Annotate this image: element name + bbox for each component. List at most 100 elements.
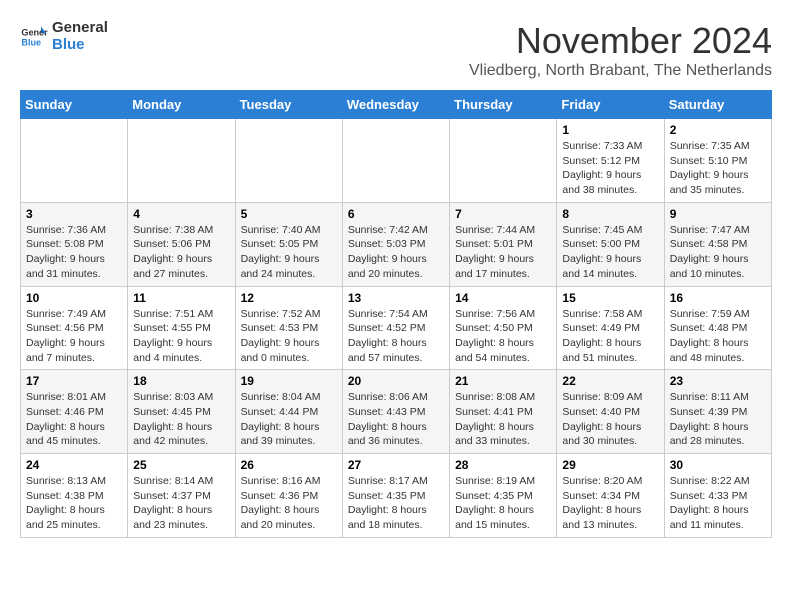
day-info: Sunrise: 8:19 AM Sunset: 4:35 PM Dayligh…	[455, 474, 551, 533]
calendar-cell: 25Sunrise: 8:14 AM Sunset: 4:37 PM Dayli…	[128, 454, 235, 538]
day-info: Sunrise: 8:20 AM Sunset: 4:34 PM Dayligh…	[562, 474, 658, 533]
calendar-cell: 6Sunrise: 7:42 AM Sunset: 5:03 PM Daylig…	[342, 202, 449, 286]
day-number: 22	[562, 374, 658, 388]
calendar-cell: 19Sunrise: 8:04 AM Sunset: 4:44 PM Dayli…	[235, 370, 342, 454]
day-info: Sunrise: 7:56 AM Sunset: 4:50 PM Dayligh…	[455, 307, 551, 366]
day-number: 5	[241, 207, 337, 221]
logo: General Blue General Blue	[20, 20, 108, 53]
day-info: Sunrise: 7:36 AM Sunset: 5:08 PM Dayligh…	[26, 223, 122, 282]
calendar-cell: 8 Sunrise: 7:45 AM Sunset: 5:00 PM Daylig…	[557, 202, 664, 286]
day-info: Sunrise: 7:38 AM Sunset: 5:06 PM Dayligh…	[133, 223, 229, 282]
day-number: 21	[455, 374, 551, 388]
day-info: Sunrise: 7:54 AM Sunset: 4:52 PM Dayligh…	[348, 307, 444, 366]
calendar-cell: 16 Sunrise: 7:59 AM Sunset: 4:48 PM Dayli…	[664, 286, 771, 370]
day-info: Sunrise: 8:08 AM Sunset: 4:41 PM Dayligh…	[455, 390, 551, 449]
location: Vliedberg, North Brabant, The Netherland…	[469, 62, 772, 80]
calendar-cell: 11Sunrise: 7:51 AM Sunset: 4:55 PM Dayli…	[128, 286, 235, 370]
day-info: Sunrise: 8:06 AM Sunset: 4:43 PM Dayligh…	[348, 390, 444, 449]
calendar-cell: 22 Sunrise: 8:09 AM Sunset: 4:40 PM Dayli…	[557, 370, 664, 454]
calendar-cell: 4 Sunrise: 7:38 AM Sunset: 5:06 PM Daylig…	[128, 202, 235, 286]
calendar-week-1: 1 Sunrise: 7:33 AM Sunset: 5:12 PM Daylig…	[21, 119, 772, 203]
day-number: 16	[670, 291, 766, 305]
day-info: Sunrise: 7:33 AM Sunset: 5:12 PM Dayligh…	[562, 139, 658, 198]
calendar-cell: 27 Sunrise: 8:17 AM Sunset: 4:35 PM Dayli…	[342, 454, 449, 538]
day-info: Sunrise: 8:04 AM Sunset: 4:44 PM Dayligh…	[241, 390, 337, 449]
day-number: 2	[670, 123, 766, 137]
calendar-cell: 5 Sunrise: 7:40 AM Sunset: 5:05 PM Daylig…	[235, 202, 342, 286]
day-number: 3	[26, 207, 122, 221]
day-info: Sunrise: 8:13 AM Sunset: 4:38 PM Dayligh…	[26, 474, 122, 533]
svg-text:General: General	[21, 27, 48, 37]
calendar-cell: 14 Sunrise: 7:56 AM Sunset: 4:50 PM Dayli…	[450, 286, 557, 370]
day-info: Sunrise: 7:47 AM Sunset: 4:58 PM Dayligh…	[670, 223, 766, 282]
day-number: 23	[670, 374, 766, 388]
day-info: Sunrise: 7:35 AM Sunset: 5:10 PM Dayligh…	[670, 139, 766, 198]
day-info: Sunrise: 8:09 AM Sunset: 4:40 PM Dayligh…	[562, 390, 658, 449]
logo-text-blue: Blue	[52, 37, 108, 54]
calendar-cell: 21 Sunrise: 8:08 AM Sunset: 4:41 PM Dayli…	[450, 370, 557, 454]
calendar-cell: 20Sunrise: 8:06 AM Sunset: 4:43 PM Dayli…	[342, 370, 449, 454]
calendar-header-row: SundayMondayTuesdayWednesdayThursdayFrid…	[21, 91, 772, 119]
day-number: 4	[133, 207, 229, 221]
calendar-cell: 29 Sunrise: 8:20 AM Sunset: 4:34 PM Dayli…	[557, 454, 664, 538]
day-info: Sunrise: 7:44 AM Sunset: 5:01 PM Dayligh…	[455, 223, 551, 282]
day-info: Sunrise: 8:11 AM Sunset: 4:39 PM Dayligh…	[670, 390, 766, 449]
day-info: Sunrise: 7:42 AM Sunset: 5:03 PM Dayligh…	[348, 223, 444, 282]
calendar-cell: 15 Sunrise: 7:58 AM Sunset: 4:49 PM Dayli…	[557, 286, 664, 370]
calendar-cell: 10 Sunrise: 7:49 AM Sunset: 4:56 PM Dayli…	[21, 286, 128, 370]
weekday-header-friday: Friday	[557, 91, 664, 119]
day-number: 13	[348, 291, 444, 305]
day-info: Sunrise: 7:45 AM Sunset: 5:00 PM Dayligh…	[562, 223, 658, 282]
calendar-week-5: 24 Sunrise: 8:13 AM Sunset: 4:38 PM Dayli…	[21, 454, 772, 538]
calendar-week-2: 3 Sunrise: 7:36 AM Sunset: 5:08 PM Daylig…	[21, 202, 772, 286]
calendar-cell	[21, 119, 128, 203]
calendar-cell: 3 Sunrise: 7:36 AM Sunset: 5:08 PM Daylig…	[21, 202, 128, 286]
weekday-header-monday: Monday	[128, 91, 235, 119]
calendar-cell	[235, 119, 342, 203]
day-number: 15	[562, 291, 658, 305]
day-number: 24	[26, 458, 122, 472]
day-number: 8	[562, 207, 658, 221]
weekday-header-sunday: Sunday	[21, 91, 128, 119]
calendar-cell: 18 Sunrise: 8:03 AM Sunset: 4:45 PM Dayli…	[128, 370, 235, 454]
day-info: Sunrise: 7:49 AM Sunset: 4:56 PM Dayligh…	[26, 307, 122, 366]
day-number: 7	[455, 207, 551, 221]
calendar-cell: 30Sunrise: 8:22 AM Sunset: 4:33 PM Dayli…	[664, 454, 771, 538]
day-info: Sunrise: 7:59 AM Sunset: 4:48 PM Dayligh…	[670, 307, 766, 366]
weekday-header-thursday: Thursday	[450, 91, 557, 119]
calendar-cell: 2 Sunrise: 7:35 AM Sunset: 5:10 PM Daylig…	[664, 119, 771, 203]
calendar-cell	[450, 119, 557, 203]
day-info: Sunrise: 8:17 AM Sunset: 4:35 PM Dayligh…	[348, 474, 444, 533]
calendar-cell: 24 Sunrise: 8:13 AM Sunset: 4:38 PM Dayli…	[21, 454, 128, 538]
calendar-table: SundayMondayTuesdayWednesdayThursdayFrid…	[20, 90, 772, 538]
calendar-cell: 28Sunrise: 8:19 AM Sunset: 4:35 PM Dayli…	[450, 454, 557, 538]
svg-text:Blue: Blue	[21, 37, 41, 47]
calendar-cell	[342, 119, 449, 203]
logo-text-general: General	[52, 20, 108, 37]
day-info: Sunrise: 7:51 AM Sunset: 4:55 PM Dayligh…	[133, 307, 229, 366]
day-info: Sunrise: 8:03 AM Sunset: 4:45 PM Dayligh…	[133, 390, 229, 449]
day-number: 10	[26, 291, 122, 305]
day-number: 18	[133, 374, 229, 388]
calendar-cell: 13 Sunrise: 7:54 AM Sunset: 4:52 PM Dayli…	[342, 286, 449, 370]
calendar-cell: 1 Sunrise: 7:33 AM Sunset: 5:12 PM Daylig…	[557, 119, 664, 203]
weekday-header-tuesday: Tuesday	[235, 91, 342, 119]
day-number: 12	[241, 291, 337, 305]
calendar-cell: 7 Sunrise: 7:44 AM Sunset: 5:01 PM Daylig…	[450, 202, 557, 286]
day-info: Sunrise: 8:16 AM Sunset: 4:36 PM Dayligh…	[241, 474, 337, 533]
day-info: Sunrise: 7:58 AM Sunset: 4:49 PM Dayligh…	[562, 307, 658, 366]
calendar-cell: 26Sunrise: 8:16 AM Sunset: 4:36 PM Dayli…	[235, 454, 342, 538]
calendar-week-4: 17Sunrise: 8:01 AM Sunset: 4:46 PM Dayli…	[21, 370, 772, 454]
day-info: Sunrise: 7:52 AM Sunset: 4:53 PM Dayligh…	[241, 307, 337, 366]
day-number: 29	[562, 458, 658, 472]
month-title: November 2024	[469, 20, 772, 62]
day-number: 9	[670, 207, 766, 221]
day-number: 30	[670, 458, 766, 472]
logo-icon: General Blue	[20, 23, 48, 51]
day-number: 1	[562, 123, 658, 137]
day-info: Sunrise: 8:01 AM Sunset: 4:46 PM Dayligh…	[26, 390, 122, 449]
day-info: Sunrise: 7:40 AM Sunset: 5:05 PM Dayligh…	[241, 223, 337, 282]
calendar-cell: 12 Sunrise: 7:52 AM Sunset: 4:53 PM Dayli…	[235, 286, 342, 370]
day-number: 14	[455, 291, 551, 305]
day-number: 27	[348, 458, 444, 472]
